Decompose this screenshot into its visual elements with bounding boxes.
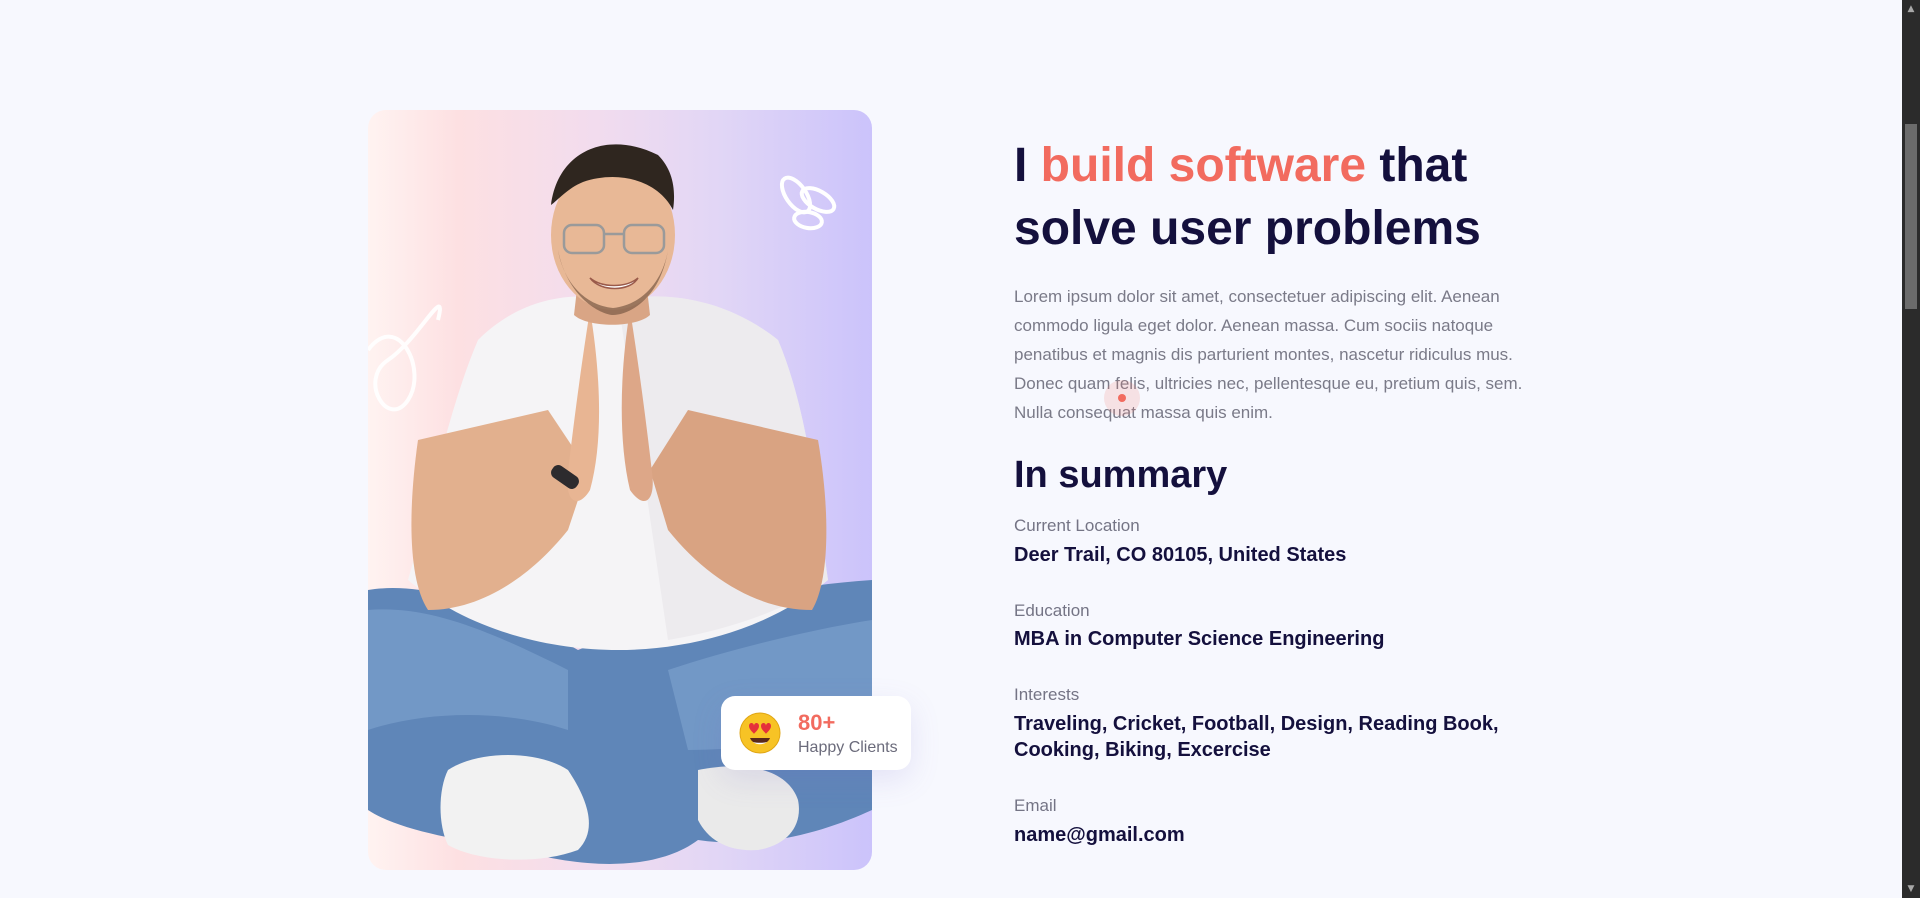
happy-clients-label: Happy Clients xyxy=(798,739,898,756)
happy-clients-badge: 80+ Happy Clients xyxy=(721,696,911,770)
summary-title: In summary xyxy=(1014,454,1228,496)
education-value: MBA in Computer Science Engineering xyxy=(1014,628,1385,650)
hero-heading-accent: build software xyxy=(1040,139,1367,192)
location-value: Deer Trail, CO 80105, United States xyxy=(1014,544,1347,566)
email-label: Email xyxy=(1014,796,1057,815)
scroll-up-arrow-icon[interactable]: ▲ xyxy=(1902,0,1920,18)
heart-eyes-emoji-icon xyxy=(739,712,781,754)
happy-clients-count: 80+ xyxy=(798,710,836,735)
scroll-down-arrow-icon[interactable]: ▼ xyxy=(1902,880,1920,898)
hero-description: Lorem ipsum dolor sit amet, consectetuer… xyxy=(1014,287,1523,422)
vertical-scrollbar[interactable]: ▲ ▼ xyxy=(1902,0,1920,898)
location-label: Current Location xyxy=(1014,516,1140,535)
hero-heading-pre: I xyxy=(1014,139,1041,192)
interests-label: Interests xyxy=(1014,685,1080,704)
hero-heading: I build software that solve user problem… xyxy=(1014,134,1574,260)
education-label: Education xyxy=(1014,601,1090,620)
page-viewport: 80+ Happy Clients I build software that … xyxy=(0,0,1902,898)
email-value[interactable]: name@gmail.com xyxy=(1014,822,1554,848)
scrollbar-thumb[interactable] xyxy=(1905,124,1917,309)
interests-value: Traveling, Cricket, Football, Design, Re… xyxy=(1014,713,1499,761)
cursor-indicator xyxy=(1104,380,1140,416)
